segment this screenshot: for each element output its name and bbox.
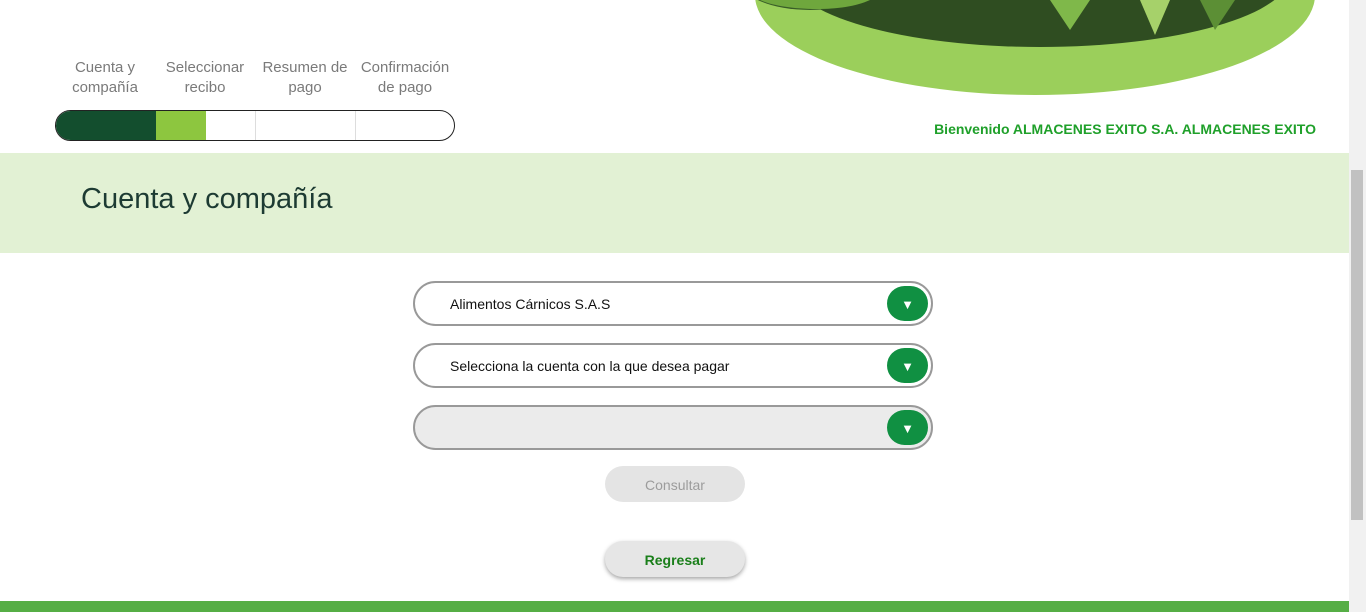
scrollbar-thumb[interactable] [1351, 170, 1363, 520]
progress-bar [55, 110, 455, 141]
progress-segment-completed [56, 111, 156, 140]
third-select[interactable]: ▼ [413, 405, 933, 450]
regresar-button[interactable]: Regresar [605, 541, 745, 577]
consultar-button[interactable]: Consultar [605, 466, 745, 502]
vertical-scrollbar[interactable] [1349, 0, 1366, 612]
account-select-value: Selecciona la cuenta con la que desea pa… [450, 358, 730, 374]
step-label-cuenta: Cuenta y compañía [72, 59, 138, 96]
company-select-value: Alimentos Cárnicos S.A.S [450, 296, 611, 312]
header: Cuenta y compañía Seleccionar recibo Res… [0, 0, 1349, 153]
account-select[interactable]: Selecciona la cuenta con la que desea pa… [413, 343, 933, 388]
chevron-down-icon[interactable]: ▼ [887, 410, 928, 445]
page-title: Cuenta y compañía [81, 183, 333, 215]
progress-steps: Cuenta y compañía Seleccionar recibo Res… [55, 58, 455, 98]
progress-segment-empty [256, 111, 356, 140]
progress-segment-empty [206, 111, 256, 140]
progress-segment-empty [356, 111, 454, 140]
chevron-down-icon[interactable]: ▼ [887, 348, 928, 383]
step-label-resumen: Resumen de pago [262, 59, 348, 96]
welcome-text: Bienvenido ALMACENES EXITO S.A. ALMACENE… [934, 121, 1316, 137]
progress-segment-current [156, 111, 206, 140]
step-label-confirmacion: Confirmación de pago [360, 59, 450, 96]
footer-bar [0, 601, 1349, 612]
company-select[interactable]: Alimentos Cárnicos S.A.S ▼ [413, 281, 933, 326]
chevron-down-icon[interactable]: ▼ [887, 286, 928, 321]
step-label-recibo: Seleccionar recibo [165, 59, 245, 96]
